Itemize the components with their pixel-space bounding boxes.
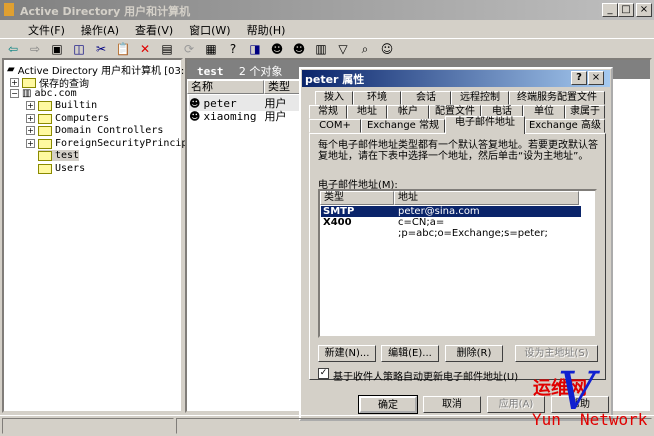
folder-icon — [38, 100, 52, 111]
tab-address[interactable]: 地址 — [347, 105, 387, 119]
menu-bar: 文件(F) 操作(A) 查看(V) 窗口(W) 帮助(H) — [0, 20, 654, 38]
toolbar: ⇦ ⇨ ▣ ◫ ✂ 📋 ✕ ▤ ⟳ ▦ ? ◨ ☻ ☻ ▥ ▽ ⌕ ☺ — [0, 38, 654, 58]
collapse-icon[interactable]: − — [10, 89, 19, 98]
address-list[interactable]: 类型 地址 SMTP peter@sina.com X400 c=CN;a= ;p=… — [318, 189, 597, 338]
tree-pane: ▰ Active Directory 用户和计算机 [03: + 保存的查询 − ▥ a… — [2, 58, 206, 413]
tab-member-of[interactable]: 隶属于 — [565, 105, 605, 119]
new-button[interactable]: 新建(N)... — [318, 345, 376, 362]
tab-organization[interactable]: 单位 — [523, 105, 565, 119]
menu-help[interactable]: 帮助(H) — [239, 20, 294, 38]
find-icon[interactable]: ⌕ — [356, 40, 374, 58]
tree-item-test[interactable]: test — [38, 150, 80, 161]
tab-environment[interactable]: 环境 — [353, 91, 401, 105]
maximize-button[interactable]: □ — [618, 3, 634, 17]
column-address[interactable]: 地址 — [394, 191, 579, 205]
forward-icon[interactable]: ⇨ — [26, 40, 44, 58]
close-button[interactable]: × — [636, 3, 652, 17]
dialog-title-bar: peter 属性 — [302, 70, 610, 87]
folder-icon — [38, 138, 52, 149]
tree-item-computers[interactable]: + Computers — [26, 113, 109, 124]
tab-sessions[interactable]: 会话 — [401, 91, 451, 105]
tab-panel: 每个电子邮件地址类型都有一个默认答复地址。若要更改默认答复地址，请在下表中选择一… — [309, 133, 606, 383]
tree-item-builtin[interactable]: + Builtin — [26, 100, 97, 111]
dialog-help-button[interactable]: ? — [571, 71, 587, 85]
tree-item-domain-controllers[interactable]: + Domain Controllers — [26, 125, 163, 136]
expand-icon[interactable]: + — [26, 126, 35, 135]
expand-icon[interactable]: + — [26, 101, 35, 110]
help-icon[interactable]: ? — [224, 40, 242, 58]
folder-icon — [22, 77, 36, 88]
ok-button[interactable]: 确定 — [358, 395, 418, 414]
auto-update-label: 基于收件人策略自动更新电子邮件地址(U) — [333, 372, 519, 383]
remove-button[interactable]: 删除(R) — [445, 345, 503, 362]
cancel-button[interactable]: 取消 — [423, 396, 481, 413]
column-name[interactable]: 名称 — [187, 80, 264, 94]
tab-com-plus[interactable]: COM+ — [309, 119, 361, 133]
description-text: 每个电子邮件地址类型都有一个默认答复地址。若要更改默认答复地址，请在下表中选择一… — [318, 140, 598, 162]
properties-icon[interactable]: ▤ — [158, 40, 176, 58]
auto-update-checkbox[interactable]: ✓ — [318, 368, 329, 379]
app-icon — [4, 3, 14, 16]
new-group-icon[interactable]: ☻ — [290, 40, 308, 58]
filter-icon[interactable]: ▽ — [334, 40, 352, 58]
expand-icon[interactable]: + — [10, 78, 19, 87]
tree-domain[interactable]: − ▥ abc.com — [10, 88, 77, 99]
folder-icon — [38, 163, 52, 174]
address-row[interactable]: SMTP peter@sina.com — [321, 206, 581, 217]
ou-icon — [38, 150, 52, 161]
tab-exchange-general[interactable]: Exchange 常规 — [361, 119, 445, 133]
back-icon[interactable]: ⇦ — [4, 40, 22, 58]
status-panel — [2, 418, 174, 434]
user-icon: ☻ — [189, 109, 201, 123]
paste-icon[interactable]: 📋 — [114, 40, 132, 58]
minimize-button[interactable]: _ — [602, 3, 618, 17]
address-row[interactable]: X400 c=CN;a= ;p=abc;o=Exchange;s=peter; — [321, 217, 581, 239]
list-item[interactable]: ☻ xiaoming 用户 — [189, 108, 286, 124]
tab-remote-control[interactable]: 远程控制 — [451, 91, 509, 105]
menu-action[interactable]: 操作(A) — [73, 20, 127, 38]
tab-exchange-advanced[interactable]: Exchange 高级 — [525, 119, 605, 133]
tab-dial-in[interactable]: 拨入 — [315, 91, 353, 105]
console-icon[interactable]: ◨ — [246, 40, 264, 58]
tab-account[interactable]: 帐户 — [387, 105, 429, 119]
tab-terminal-services[interactable]: 终端服务配置文件 — [509, 91, 605, 105]
edit-button[interactable]: 编辑(E)... — [381, 345, 439, 362]
new-ou-icon[interactable]: ▥ — [312, 40, 330, 58]
ou-icon — [38, 125, 52, 136]
ad-icon: ▰ — [7, 64, 15, 75]
title-bar: Active Directory 用户和计算机 — [0, 0, 654, 20]
menu-file[interactable]: 文件(F) — [20, 20, 73, 38]
export-icon[interactable]: ▦ — [202, 40, 220, 58]
refresh-icon[interactable]: ⟳ — [180, 40, 198, 58]
show-tree-icon[interactable]: ◫ — [70, 40, 88, 58]
tree-item-users[interactable]: Users — [38, 163, 85, 174]
tab-email-addresses[interactable]: 电子邮件地址 — [445, 116, 525, 134]
window-title: Active Directory 用户和计算机 — [20, 5, 191, 18]
tree-item-fsp[interactable]: + ForeignSecurityPrincipals — [26, 138, 206, 149]
menu-window[interactable]: 窗口(W) — [181, 20, 238, 38]
new-user-icon[interactable]: ☻ — [268, 40, 286, 58]
watermark-logo: 运维网 V Yun Network — [532, 362, 648, 429]
delete-icon[interactable]: ✕ — [136, 40, 154, 58]
set-primary-button[interactable]: 设为主地址(S) — [515, 345, 598, 362]
up-icon[interactable]: ▣ — [48, 40, 66, 58]
folder-icon — [38, 113, 52, 124]
menu-view[interactable]: 查看(V) — [127, 20, 181, 38]
dialog-close-button[interactable]: × — [588, 71, 604, 85]
expand-icon[interactable]: + — [26, 139, 35, 148]
add-to-group-icon[interactable]: ☺ — [378, 40, 396, 58]
column-type[interactable]: 类型 — [320, 191, 394, 205]
cut-icon[interactable]: ✂ — [92, 40, 110, 58]
domain-icon: ▥ — [22, 88, 32, 99]
tab-general[interactable]: 常规 — [309, 105, 347, 119]
expand-icon[interactable]: + — [26, 114, 35, 123]
